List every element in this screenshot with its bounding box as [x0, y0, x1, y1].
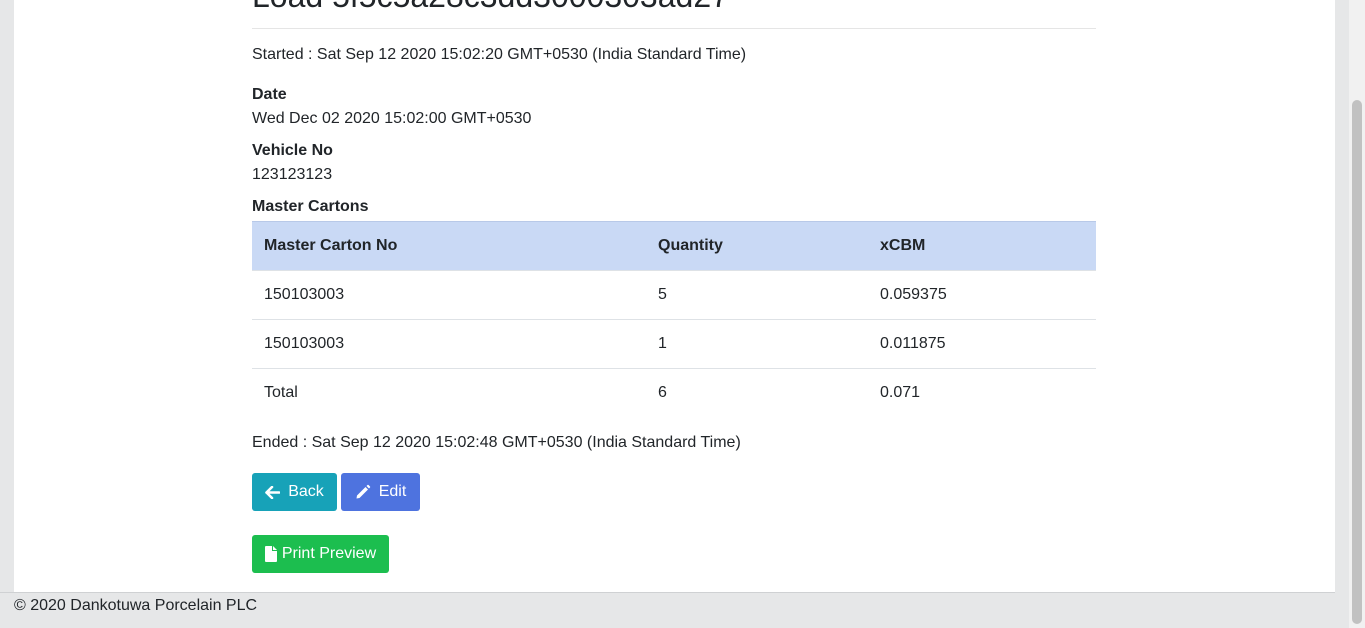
column-header-carton-no: Master Carton No — [252, 221, 646, 271]
cell-carton-no: 150103003 — [252, 319, 646, 369]
cell-total-label: Total — [252, 368, 646, 417]
main-card: Load 5f5c5a28c3dd3000303ad27 Started : S… — [14, 0, 1335, 593]
column-header-xcbm: xCBM — [868, 221, 1096, 271]
vehicle-label: Vehicle No — [252, 142, 333, 159]
scrollbar-thumb[interactable] — [1352, 100, 1362, 624]
back-button[interactable]: Back — [252, 473, 337, 511]
footer-copyright: © 2020 Dankotuwa Porcelain PLC — [14, 597, 258, 614]
print-preview-label: Print Preview — [281, 545, 377, 562]
print-preview-button[interactable]: Print Preview — [252, 535, 389, 573]
table-total-row: Total 6 0.071 — [252, 368, 1096, 417]
cell-xcbm: 0.059375 — [868, 270, 1096, 320]
page-scrollbar[interactable] — [1349, 0, 1365, 628]
cell-carton-no: 150103003 — [252, 270, 646, 320]
vehicle-value: 123123123 — [252, 166, 333, 183]
date-label: Date — [252, 86, 287, 103]
cell-quantity: 1 — [646, 319, 868, 369]
title-divider — [252, 28, 1096, 29]
table-row: 150103003 1 0.011875 — [252, 319, 1096, 369]
master-cartons-label: Master Cartons — [252, 198, 369, 215]
back-button-label: Back — [288, 483, 324, 500]
edit-button[interactable]: Edit — [341, 473, 420, 511]
table-header-row: Master Carton No Quantity xCBM — [252, 221, 1096, 271]
pencil-icon — [356, 484, 370, 499]
footer-divider — [0, 592, 1335, 593]
ended-text: Ended : Sat Sep 12 2020 15:02:48 GMT+053… — [252, 434, 741, 451]
table-row: 150103003 5 0.059375 — [252, 270, 1096, 320]
cell-total-xcbm: 0.071 — [868, 368, 1096, 417]
column-header-quantity: Quantity — [646, 221, 868, 271]
cell-xcbm: 0.011875 — [868, 319, 1096, 369]
date-value: Wed Dec 02 2020 15:02:00 GMT+0530 — [252, 110, 532, 127]
page-title: Load 5f5c5a28c3dd3000303ad27 — [252, 0, 729, 15]
arrow-left-icon — [265, 485, 281, 499]
edit-button-label: Edit — [378, 483, 407, 500]
file-icon — [264, 546, 277, 562]
cell-total-quantity: 6 — [646, 368, 868, 417]
master-cartons-table: Master Carton No Quantity xCBM 150103003… — [252, 221, 1096, 417]
cell-quantity: 5 — [646, 270, 868, 320]
started-text: Started : Sat Sep 12 2020 15:02:20 GMT+0… — [252, 46, 747, 63]
